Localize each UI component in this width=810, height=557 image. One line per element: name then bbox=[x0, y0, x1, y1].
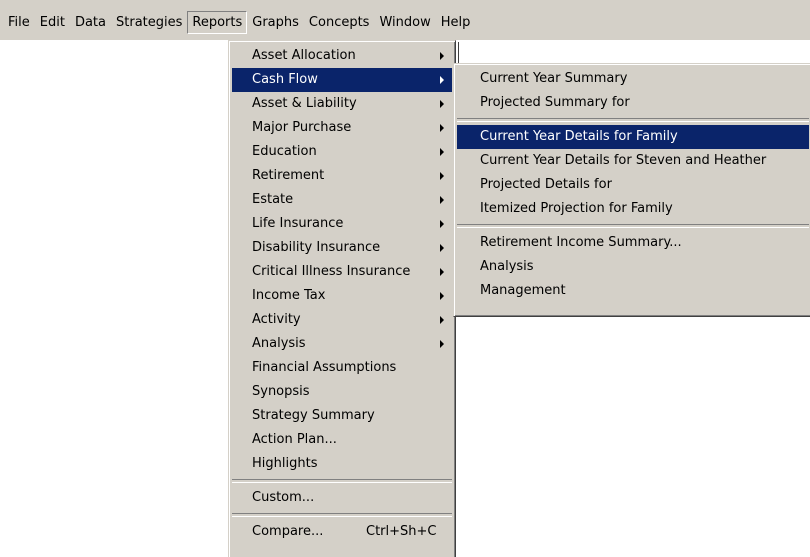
menu-item-label: Asset Allocation bbox=[252, 48, 356, 63]
menu-item-analysis[interactable]: Analysis bbox=[232, 332, 452, 356]
submenu-arrow-icon bbox=[440, 316, 444, 324]
submenu-item-projected-summary[interactable]: Projected Summary for bbox=[457, 91, 809, 115]
menu-item-label: Income Tax bbox=[252, 288, 326, 303]
menu-edit[interactable]: Edit bbox=[35, 11, 70, 34]
reports-dropdown: Asset Allocation Cash Flow Asset & Liabi… bbox=[228, 40, 456, 557]
submenu-arrow-icon bbox=[440, 76, 444, 84]
menu-item-label: Critical Illness Insurance bbox=[252, 264, 411, 279]
menu-item-label: Custom... bbox=[252, 490, 315, 505]
menu-item-education[interactable]: Education bbox=[232, 140, 452, 164]
app-window: File Edit Data Strategies Reports Graphs… bbox=[0, 0, 810, 557]
menu-strategies[interactable]: Strategies bbox=[111, 11, 187, 34]
menu-item-label: Asset & Liability bbox=[252, 96, 357, 111]
menu-separator bbox=[457, 224, 809, 228]
menu-item-label: Highlights bbox=[252, 456, 318, 471]
menu-item-label: Disability Insurance bbox=[252, 240, 381, 255]
menu-item-label: Retirement Income Summary... bbox=[480, 235, 682, 250]
menu-item-label: Compare... bbox=[252, 524, 324, 539]
submenu-arrow-icon bbox=[440, 196, 444, 204]
submenu-item-retirement-income-summary[interactable]: Retirement Income Summary... bbox=[457, 231, 809, 255]
menu-item-financial-assumptions[interactable]: Financial Assumptions bbox=[232, 356, 452, 380]
menu-concepts[interactable]: Concepts bbox=[304, 11, 375, 34]
submenu-arrow-icon bbox=[440, 268, 444, 276]
submenu-arrow-icon bbox=[440, 52, 444, 60]
submenu-arrow-icon bbox=[440, 172, 444, 180]
menu-reports[interactable]: Reports bbox=[187, 11, 248, 34]
menu-item-label: Analysis bbox=[480, 259, 534, 274]
submenu-item-itemized-projection[interactable]: Itemized Projection for Family bbox=[457, 197, 809, 221]
menu-help[interactable]: Help bbox=[436, 11, 476, 34]
menu-item-label: Retirement bbox=[252, 168, 325, 183]
submenu-item-management[interactable]: Management bbox=[457, 279, 809, 303]
menu-item-label: Current Year Details for Family bbox=[480, 129, 678, 144]
submenu-item-current-year-details-steven-heather[interactable]: Current Year Details for Steven and Heat… bbox=[457, 149, 809, 173]
submenu-arrow-icon bbox=[440, 244, 444, 252]
menu-item-compare[interactable]: Compare... Ctrl+Sh+C bbox=[232, 520, 452, 544]
menu-item-cash-flow[interactable]: Cash Flow bbox=[232, 68, 452, 92]
submenu-arrow-icon bbox=[440, 100, 444, 108]
submenu-arrow-icon bbox=[440, 124, 444, 132]
menu-item-major-purchase[interactable]: Major Purchase bbox=[232, 116, 452, 140]
menu-item-asset-liability[interactable]: Asset & Liability bbox=[232, 92, 452, 116]
menu-item-strategy-summary[interactable]: Strategy Summary bbox=[232, 404, 452, 428]
submenu-item-analysis[interactable]: Analysis bbox=[457, 255, 809, 279]
submenu-arrow-icon bbox=[440, 148, 444, 156]
menu-item-label: Current Year Details for Steven and Heat… bbox=[480, 153, 767, 168]
submenu-arrow-icon bbox=[440, 292, 444, 300]
menu-item-shortcut: Ctrl+Sh+C bbox=[366, 524, 437, 539]
menu-item-synopsis[interactable]: Synopsis bbox=[232, 380, 452, 404]
menu-item-activity[interactable]: Activity bbox=[232, 308, 452, 332]
menu-item-life-insurance[interactable]: Life Insurance bbox=[232, 212, 452, 236]
menu-item-label: Itemized Projection for Family bbox=[480, 201, 673, 216]
menu-separator bbox=[232, 513, 452, 517]
menu-item-label: Management bbox=[480, 283, 566, 298]
menu-item-estate[interactable]: Estate bbox=[232, 188, 452, 212]
menu-item-action-plan[interactable]: Action Plan... bbox=[232, 428, 452, 452]
cash-flow-submenu: Current Year Summary Projected Summary f… bbox=[453, 63, 810, 317]
menu-item-asset-allocation[interactable]: Asset Allocation bbox=[232, 44, 452, 68]
menu-item-highlights[interactable]: Highlights bbox=[232, 452, 452, 476]
submenu-item-current-year-summary[interactable]: Current Year Summary bbox=[457, 67, 809, 91]
menu-data[interactable]: Data bbox=[70, 11, 111, 34]
submenu-arrow-icon bbox=[440, 220, 444, 228]
submenu-item-current-year-details-family[interactable]: Current Year Details for Family bbox=[457, 125, 809, 149]
menu-bar: File Edit Data Strategies Reports Graphs… bbox=[0, 0, 810, 40]
menu-separator bbox=[457, 118, 809, 122]
menu-graphs[interactable]: Graphs bbox=[247, 11, 304, 34]
menu-item-critical-illness-insurance[interactable]: Critical Illness Insurance bbox=[232, 260, 452, 284]
menu-item-label: Action Plan... bbox=[252, 432, 337, 447]
menu-item-label: Synopsis bbox=[252, 384, 310, 399]
menu-item-disability-insurance[interactable]: Disability Insurance bbox=[232, 236, 452, 260]
menu-item-label: Major Purchase bbox=[252, 120, 352, 135]
menu-separator bbox=[232, 479, 452, 483]
menu-item-label: Activity bbox=[252, 312, 301, 327]
menu-item-label: Estate bbox=[252, 192, 294, 207]
menu-item-label: Current Year Summary bbox=[480, 71, 628, 86]
menu-item-label: Financial Assumptions bbox=[252, 360, 397, 375]
background-window-edge bbox=[458, 42, 459, 64]
menu-item-label: Strategy Summary bbox=[252, 408, 375, 423]
menu-item-custom[interactable]: Custom... bbox=[232, 486, 452, 510]
menu-item-label: Projected Summary for bbox=[480, 95, 630, 110]
menu-item-label: Projected Details for bbox=[480, 177, 612, 192]
menu-item-label: Life Insurance bbox=[252, 216, 344, 231]
menu-item-retirement[interactable]: Retirement bbox=[232, 164, 452, 188]
menu-file[interactable]: File bbox=[0, 11, 35, 34]
menu-item-income-tax[interactable]: Income Tax bbox=[232, 284, 452, 308]
submenu-arrow-icon bbox=[440, 340, 444, 348]
menu-item-label: Cash Flow bbox=[252, 72, 318, 87]
menu-window[interactable]: Window bbox=[374, 11, 435, 34]
menu-item-label: Education bbox=[252, 144, 317, 159]
menu-item-label: Analysis bbox=[252, 336, 306, 351]
submenu-item-projected-details[interactable]: Projected Details for bbox=[457, 173, 809, 197]
